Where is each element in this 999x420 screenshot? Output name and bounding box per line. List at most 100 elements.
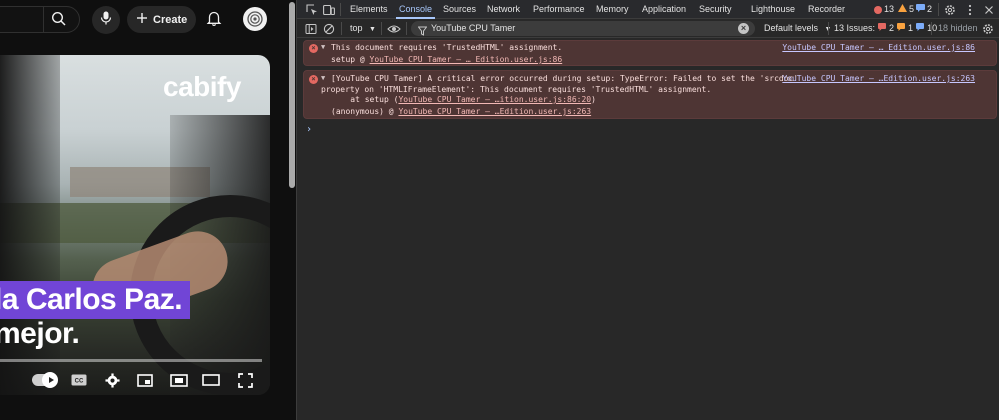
svg-text:CC: CC: [75, 379, 84, 385]
log-levels-label: Default levels: [764, 23, 819, 33]
create-label: Create: [153, 13, 188, 26]
video-controls: CC: [0, 367, 270, 393]
error-text: [YouTube CPU Tamer] A critical error occ…: [331, 74, 799, 83]
more-options-icon[interactable]: [964, 3, 976, 16]
issues-counter[interactable]: 13 Issues: 2 1 10: [834, 19, 937, 38]
clear-console-icon[interactable]: [323, 22, 335, 35]
toolbar-divider: [931, 22, 932, 35]
stack-frame-link[interactable]: YouTube CPU Tamer – …Edition.user.js:263: [398, 107, 591, 116]
settings-gear-icon[interactable]: [103, 371, 121, 389]
stack-frame-link[interactable]: YouTube CPU Tamer – …ition.user.js:86:20: [398, 95, 591, 104]
warning-icon: [898, 0, 907, 19]
context-label: top: [350, 23, 363, 33]
miniplayer-icon[interactable]: [136, 371, 154, 389]
fullscreen-icon[interactable]: [236, 371, 254, 389]
console-toolbar: top ▼ YouTube CPU Tamer × Default levels…: [297, 19, 999, 38]
error-count: 13: [884, 4, 895, 14]
info-count: 2: [927, 4, 933, 14]
tab-security[interactable]: Security: [699, 0, 732, 19]
search-box[interactable]: [0, 6, 80, 33]
settings-gear-icon[interactable]: [944, 3, 956, 15]
error-icon: [874, 5, 882, 14]
issues-errors-count: 2: [889, 23, 895, 33]
error-icon: ×: [309, 75, 318, 84]
warning-count-badge[interactable]: 5: [898, 0, 914, 19]
expand-triangle-icon[interactable]: ▼: [321, 74, 325, 82]
stack-frame-prefix: at setup (: [331, 95, 399, 104]
inspect-element-icon[interactable]: [306, 3, 318, 15]
issue-error-icon: [878, 19, 887, 38]
sidebar-toggle-icon[interactable]: [305, 22, 317, 34]
info-count-badge[interactable]: 2: [916, 0, 932, 19]
account-avatar[interactable]: [243, 7, 267, 31]
search-icon[interactable]: [51, 11, 67, 32]
devtools-panel: Elements Console Sources Network Perform…: [296, 0, 999, 420]
devtools-tab-bar: Elements Console Sources Network Perform…: [297, 0, 999, 19]
scrollbar-thumb[interactable]: [289, 2, 295, 188]
live-expression-eye-icon[interactable]: [387, 22, 401, 34]
tab-console[interactable]: Console: [395, 0, 436, 19]
issues-label: 13 Issues:: [834, 23, 876, 33]
console-error-message[interactable]: × ▼ This document requires 'TrustedHTML'…: [303, 40, 997, 66]
video-caption-highlight: la Carlos Paz.: [0, 281, 191, 319]
theater-mode-icon[interactable]: [170, 371, 188, 389]
console-filter-input[interactable]: YouTube CPU Tamer ×: [411, 21, 755, 36]
dropdown-arrow-icon: ▼: [369, 26, 376, 33]
microphone-icon: [100, 11, 112, 30]
expand-triangle-icon[interactable]: ▼: [321, 43, 325, 51]
stack-frame-function: setup @: [331, 55, 370, 64]
plus-icon: [136, 12, 148, 27]
tab-elements[interactable]: Elements: [350, 0, 388, 19]
video-player[interactable]: cabify la Carlos Paz. mejor. CC: [0, 55, 270, 395]
stack-frame-link[interactable]: YouTube CPU Tamer – … Edition.user.js:86: [370, 55, 563, 64]
page-scrollbar[interactable]: [287, 0, 296, 420]
error-icon: ×: [309, 44, 318, 53]
stack-frame-suffix: ): [591, 95, 596, 104]
toolbar-divider: [828, 22, 829, 35]
toolbar-divider: [406, 22, 407, 35]
stack-frame: at setup (YouTube CPU Tamer – …ition.use…: [331, 94, 596, 105]
tab-network[interactable]: Network: [487, 0, 520, 19]
subtitles-icon[interactable]: CC: [70, 371, 88, 389]
tab-divider: [938, 3, 939, 16]
console-prompt[interactable]: ›: [306, 124, 312, 135]
log-levels-dropdown[interactable]: Default levels ▼: [764, 19, 831, 38]
filter-funnel-icon: [417, 23, 428, 41]
error-text: This document requires 'TrustedHTML' ass…: [331, 43, 563, 52]
tab-lighthouse[interactable]: Lighthouse: [751, 0, 795, 19]
stack-frame: setup @ YouTube CPU Tamer – … Edition.us…: [331, 54, 562, 65]
console-error-message[interactable]: × ▼ [YouTube CPU Tamer] A critical error…: [303, 70, 997, 119]
context-selector[interactable]: top ▼: [350, 19, 376, 38]
stack-frame-function: (anonymous) @: [331, 107, 399, 116]
create-button[interactable]: Create: [127, 6, 196, 33]
toolbar-divider: [341, 22, 342, 35]
search-divider: [43, 7, 44, 32]
video-progress-bar[interactable]: [0, 359, 262, 362]
warning-count: 5: [909, 4, 915, 14]
autoplay-play-icon: [42, 371, 60, 389]
error-source-link[interactable]: YouTube CPU Tamer – … Edition.user.js:86: [782, 42, 975, 53]
tab-memory[interactable]: Memory: [596, 0, 629, 19]
cinema-mode-icon[interactable]: [202, 371, 220, 389]
notifications-bell-icon[interactable]: [205, 9, 223, 32]
tab-recorder[interactable]: Recorder: [808, 0, 845, 19]
tab-sources[interactable]: Sources: [443, 0, 476, 19]
device-toolbar-icon[interactable]: [323, 3, 335, 16]
close-devtools-icon[interactable]: [983, 3, 995, 15]
video-brand-logo: cabify: [163, 71, 241, 102]
issues-warnings-count: 1: [908, 23, 914, 33]
error-source-link[interactable]: YouTube CPU Tamer – …Edition.user.js:263: [782, 73, 975, 84]
video-caption-line1: la Carlos Paz.: [0, 283, 183, 316]
filter-text: YouTube CPU Tamer: [431, 23, 516, 33]
issues-info-count: 10: [927, 23, 938, 33]
stack-frame: (anonymous) @ YouTube CPU Tamer – …Editi…: [331, 106, 591, 117]
clear-filter-icon[interactable]: ×: [738, 23, 749, 34]
tab-performance[interactable]: Performance: [533, 0, 585, 19]
screen: Create cabify la Carlos Paz. mejor. CC E…: [0, 0, 999, 420]
error-count-badge[interactable]: 13: [874, 0, 894, 19]
voice-search-button[interactable]: [92, 6, 120, 34]
issue-info-icon: [916, 19, 925, 38]
hidden-messages-count: 18 hidden: [938, 23, 978, 33]
tab-application[interactable]: Application: [642, 0, 686, 19]
console-settings-gear-icon[interactable]: [982, 22, 994, 34]
